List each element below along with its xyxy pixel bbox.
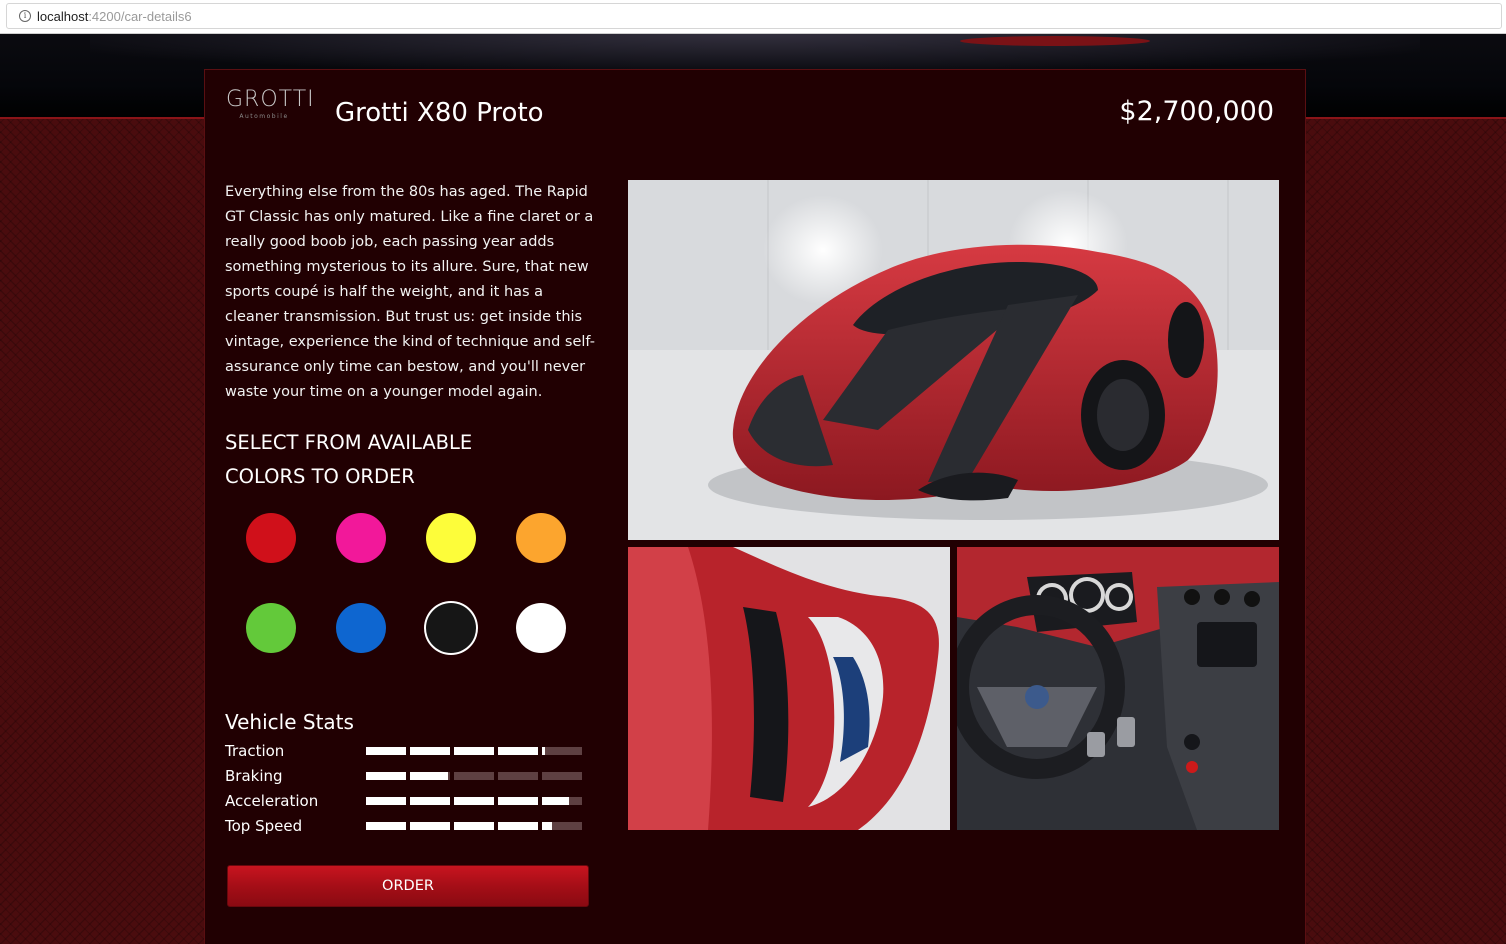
brand-subtitle: Automobile (239, 113, 289, 120)
stat-bar (366, 822, 582, 830)
url-text[interactable]: localhost:4200/car-details6 (37, 9, 192, 24)
stat-bar-divider (450, 822, 454, 830)
stat-label: Acceleration (225, 792, 319, 810)
car-price: $2,700,000 (1119, 96, 1274, 127)
stat-bar-divider (450, 772, 454, 780)
url-path: :4200/car-details6 (88, 9, 192, 24)
car-photo-side-intake[interactable] (628, 547, 950, 830)
stat-bar (366, 772, 582, 780)
color-swatch-black[interactable] (426, 603, 476, 653)
stat-bar-divider (494, 772, 498, 780)
color-swatch-blue[interactable] (336, 603, 386, 653)
stat-bar-divider (538, 772, 542, 780)
colors-heading: SELECT FROM AVAILABLE COLORS TO ORDER (225, 431, 473, 488)
hero-car-silhouette (960, 36, 1150, 46)
order-button[interactable]: ORDER (227, 865, 589, 907)
car-photo-front[interactable] (628, 180, 1279, 540)
car-photo-interior[interactable] (957, 547, 1279, 830)
car-title: Grotti X80 Proto (335, 98, 544, 128)
stat-label: Braking (225, 767, 283, 785)
stat-label: Traction (225, 742, 285, 760)
browser-address-bar: i localhost:4200/car-details6 (0, 0, 1506, 34)
color-swatch-green[interactable] (246, 603, 296, 653)
stat-bar-divider (450, 747, 454, 755)
stat-bar-divider (494, 797, 498, 805)
url-host: localhost (37, 9, 89, 24)
url-field[interactable]: i localhost:4200/car-details6 (6, 3, 1502, 29)
stat-bar-divider (494, 747, 498, 755)
car-details-card: GROTTI Automobile Grotti X80 Proto $2,70… (204, 69, 1306, 944)
stat-bar-divider (406, 822, 410, 830)
info-icon[interactable]: i (19, 10, 31, 22)
stat-bar-divider (538, 822, 542, 830)
stat-bar-fill (366, 822, 552, 830)
car-description: Everything else from the 80s has aged. T… (225, 184, 595, 400)
stat-bar-divider (538, 747, 542, 755)
stat-row-traction: Traction (225, 742, 585, 762)
brand-name: GROTTI (226, 87, 315, 112)
color-swatch-white[interactable] (516, 603, 566, 653)
stat-bar (366, 797, 582, 805)
color-swatch-pink[interactable] (336, 513, 386, 563)
stat-bar (366, 747, 582, 755)
car-gallery (628, 180, 1279, 832)
color-swatch-red[interactable] (246, 513, 296, 563)
hero-glow (90, 34, 1420, 70)
stat-row-braking: Braking (225, 767, 585, 787)
stat-label: Top Speed (225, 817, 303, 835)
stat-bar-divider (494, 822, 498, 830)
stat-bar-divider (450, 797, 454, 805)
stat-bar-divider (406, 747, 410, 755)
stat-bar-fill (366, 747, 545, 755)
stat-bar-divider (406, 797, 410, 805)
color-swatch-yellow[interactable] (426, 513, 476, 563)
stat-bar-divider (406, 772, 410, 780)
color-swatch-orange[interactable] (516, 513, 566, 563)
stats-heading: Vehicle Stats (225, 710, 354, 734)
stat-row-top-speed: Top Speed (225, 817, 585, 837)
stat-bar-divider (538, 797, 542, 805)
brand-logo[interactable]: GROTTI Automobile (226, 87, 315, 122)
stat-row-acceleration: Acceleration (225, 792, 585, 812)
